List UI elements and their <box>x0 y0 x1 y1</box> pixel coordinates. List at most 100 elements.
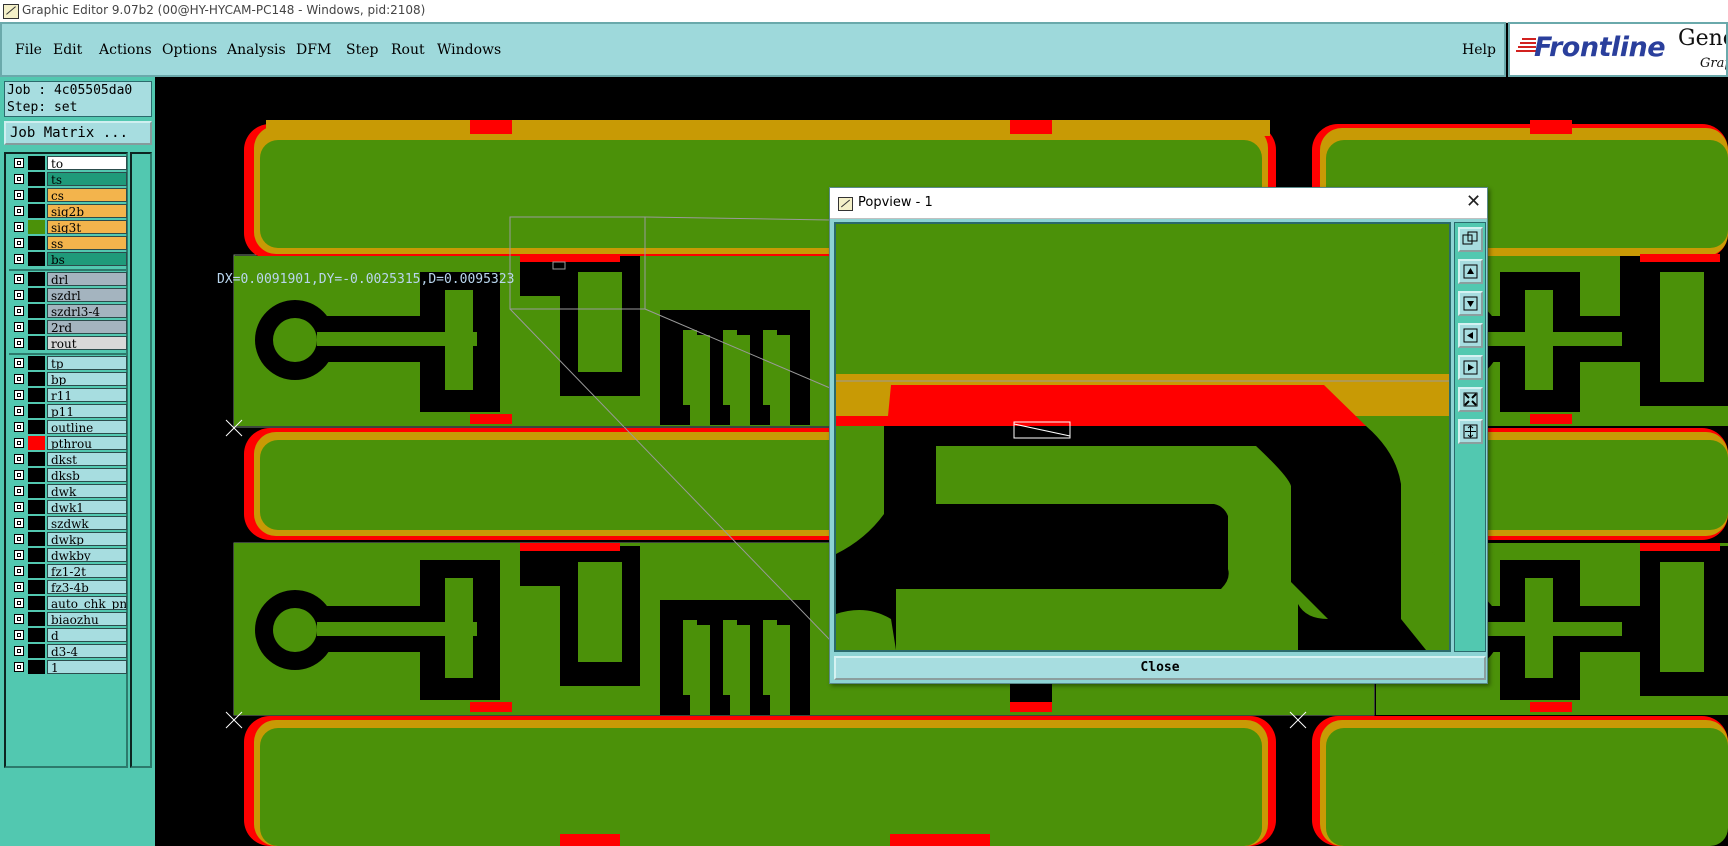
job-matrix-button[interactable]: Job Matrix ... <box>4 121 152 145</box>
layer-row[interactable]: pthrou <box>9 436 127 450</box>
layer-color-swatch <box>28 612 45 626</box>
layer-checkbox[interactable] <box>14 486 24 496</box>
layer-checkbox[interactable] <box>14 518 24 528</box>
layer-checkbox[interactable] <box>14 550 24 560</box>
layer-checkbox[interactable] <box>14 174 24 184</box>
layer-checkbox[interactable] <box>14 630 24 640</box>
layer-checkbox[interactable] <box>14 534 24 544</box>
pan-right-icon[interactable] <box>1458 355 1483 380</box>
menu-windows[interactable]: Windows <box>437 42 501 58</box>
layer-checkbox[interactable] <box>14 502 24 512</box>
layer-row[interactable]: drl <box>9 272 127 286</box>
layer-checkbox[interactable] <box>14 374 24 384</box>
layer-checkbox[interactable] <box>14 238 24 248</box>
layer-name: sig2b <box>47 204 127 218</box>
layer-row[interactable]: bp <box>9 372 127 386</box>
layer-row[interactable]: szdrl <box>9 288 127 302</box>
zoom-center-icon[interactable] <box>1458 419 1483 444</box>
menu-help[interactable]: Help <box>1462 42 1496 58</box>
menu-step[interactable]: Step <box>346 42 378 58</box>
layer-checkbox[interactable] <box>14 206 24 216</box>
layer-row[interactable]: cs <box>9 188 127 202</box>
layer-checkbox[interactable] <box>14 662 24 672</box>
layer-row[interactable]: dwk1 <box>9 500 127 514</box>
layer-row[interactable]: d <box>9 628 127 642</box>
layer-row[interactable]: szdrl3-4 <box>9 304 127 318</box>
layer-color-swatch <box>28 356 45 370</box>
close-icon[interactable]: ✕ <box>1466 192 1481 212</box>
layer-checkbox[interactable] <box>14 358 24 368</box>
popview-toolbar <box>1454 222 1486 652</box>
menu-analysis[interactable]: Analysis <box>227 42 286 58</box>
layer-color-swatch <box>28 580 45 594</box>
layer-row[interactable]: dwkp <box>9 532 127 546</box>
layer-checkbox[interactable] <box>14 582 24 592</box>
popview-title: Popview - 1 <box>858 195 933 210</box>
layer-checkbox[interactable] <box>14 438 24 448</box>
layer-row[interactable]: 2rd <box>9 320 127 334</box>
pan-left-icon[interactable] <box>1458 323 1483 348</box>
layer-checkbox[interactable] <box>14 222 24 232</box>
layer-name: drl <box>47 272 127 286</box>
layer-scrollbar[interactable] <box>130 152 152 768</box>
layer-row[interactable]: biaozhu <box>9 612 127 626</box>
layer-row[interactable]: dwkby <box>9 548 127 562</box>
layer-row[interactable]: tp <box>9 356 127 370</box>
layer-row[interactable]: auto_chk_pn <box>9 596 127 610</box>
layer-row[interactable]: dwk <box>9 484 127 498</box>
layer-checkbox[interactable] <box>14 306 24 316</box>
layer-row[interactable]: sig2b <box>9 204 127 218</box>
layer-row[interactable]: p11 <box>9 404 127 418</box>
pan-down-icon[interactable] <box>1458 291 1483 316</box>
layer-row[interactable]: ss <box>9 236 127 250</box>
layer-checkbox[interactable] <box>14 454 24 464</box>
layer-checkbox[interactable] <box>14 290 24 300</box>
step-name: Step: set <box>7 100 78 115</box>
menu-dfm[interactable]: DFM <box>296 42 331 58</box>
close-button[interactable]: Close <box>834 656 1486 680</box>
pan-up-icon[interactable] <box>1458 259 1483 284</box>
layer-checkbox[interactable] <box>14 406 24 416</box>
menu-edit[interactable]: Edit <box>53 42 82 58</box>
layer-row[interactable]: ts <box>9 172 127 186</box>
layer-row[interactable]: dkst <box>9 452 127 466</box>
layer-row[interactable]: d3-4 <box>9 644 127 658</box>
layer-checkbox[interactable] <box>14 338 24 348</box>
layer-row[interactable]: to <box>9 156 127 170</box>
layer-checkbox[interactable] <box>14 646 24 656</box>
layer-color-swatch <box>28 644 45 658</box>
popview-window: Popview - 1 ✕ Close <box>829 187 1488 684</box>
layer-row[interactable]: rout <box>9 336 127 350</box>
layer-row[interactable]: outline <box>9 420 127 434</box>
layer-row[interactable]: 1 <box>9 660 127 674</box>
layer-checkbox[interactable] <box>14 274 24 284</box>
layer-checkbox[interactable] <box>14 190 24 200</box>
layer-checkbox[interactable] <box>14 422 24 432</box>
layer-checkbox[interactable] <box>14 598 24 608</box>
layer-row[interactable]: fz3-4b <box>9 580 127 594</box>
layer-checkbox[interactable] <box>14 390 24 400</box>
layer-checkbox[interactable] <box>14 158 24 168</box>
layer-row[interactable]: r11 <box>9 388 127 402</box>
layer-checkbox[interactable] <box>14 254 24 264</box>
popview-titlebar[interactable]: Popview - 1 ✕ <box>830 188 1487 219</box>
layer-checkbox[interactable] <box>14 614 24 624</box>
zoom-home-icon[interactable] <box>1458 387 1483 412</box>
layer-row[interactable]: szdwk <box>9 516 127 530</box>
menu-rout[interactable]: Rout <box>391 42 425 58</box>
layer-checkbox[interactable] <box>14 322 24 332</box>
layer-row[interactable]: sig3t <box>9 220 127 234</box>
popview-viewport[interactable] <box>834 222 1451 652</box>
layer-checkbox[interactable] <box>14 470 24 480</box>
menu-bar: File Edit Actions Options Analysis DFM S… <box>0 22 1506 77</box>
menu-file[interactable]: File <box>15 42 42 58</box>
layer-row[interactable]: bs <box>9 252 127 266</box>
layer-color-swatch <box>28 320 45 334</box>
zoom-fit-icon[interactable] <box>1458 227 1483 252</box>
menu-actions[interactable]: Actions <box>99 42 152 58</box>
layer-row[interactable]: fz1-2t <box>9 564 127 578</box>
title-bar: Graphic Editor 9.07b2 (00@HY-HYCAM-PC148… <box>0 0 1728 23</box>
menu-options[interactable]: Options <box>162 42 217 58</box>
layer-row[interactable]: dksb <box>9 468 127 482</box>
layer-checkbox[interactable] <box>14 566 24 576</box>
